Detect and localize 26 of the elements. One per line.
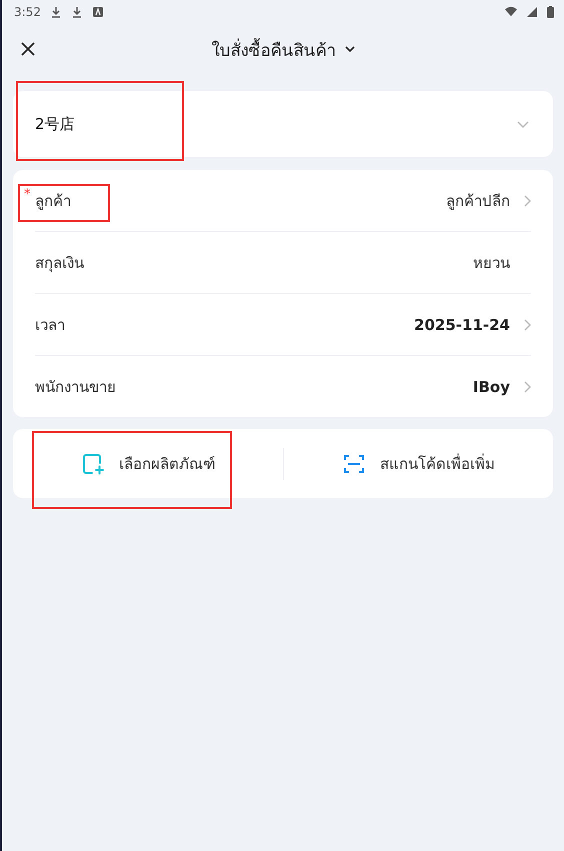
caret-icon[interactable] [344,46,354,52]
field-value: ลูกค้าปลีก [446,190,510,212]
field-label: สกุลเงิน [35,252,84,274]
field-value: IBoy [472,378,510,396]
status-time: 3:52 [14,5,41,19]
scan-button[interactable]: สแกนโค้ดเพื่อเพิ่ม [336,446,501,482]
form-row[interactable]: พนักงานขาย IBoy [35,356,531,417]
wifi-icon [505,6,517,18]
download-icon [50,6,62,18]
battery-icon [547,6,554,18]
field-label: พนักงานขาย [35,376,116,398]
field-label: ลูกค้า [35,190,71,212]
select-product-button[interactable]: เลือกผลิตภัณฑ์ [74,446,221,482]
chevron-down-icon [517,120,529,128]
page-title[interactable]: ใบสั่งซื้อคืนสินค้า [212,36,336,62]
field-value: 2025-11-24 [414,316,510,334]
signal-icon [526,6,538,18]
close-icon[interactable] [21,42,35,56]
form-row[interactable]: สกุลเงิน หยวน [35,232,531,293]
download-icon [70,6,83,18]
field-value: หยวน [473,252,510,274]
field-label: เวลา [35,314,65,336]
form-row[interactable]: เวลา 2025-11-24 [35,294,531,355]
store-selector[interactable]: 2号店 [13,91,553,157]
required-mark: * [24,186,30,202]
app-icon [92,6,104,18]
